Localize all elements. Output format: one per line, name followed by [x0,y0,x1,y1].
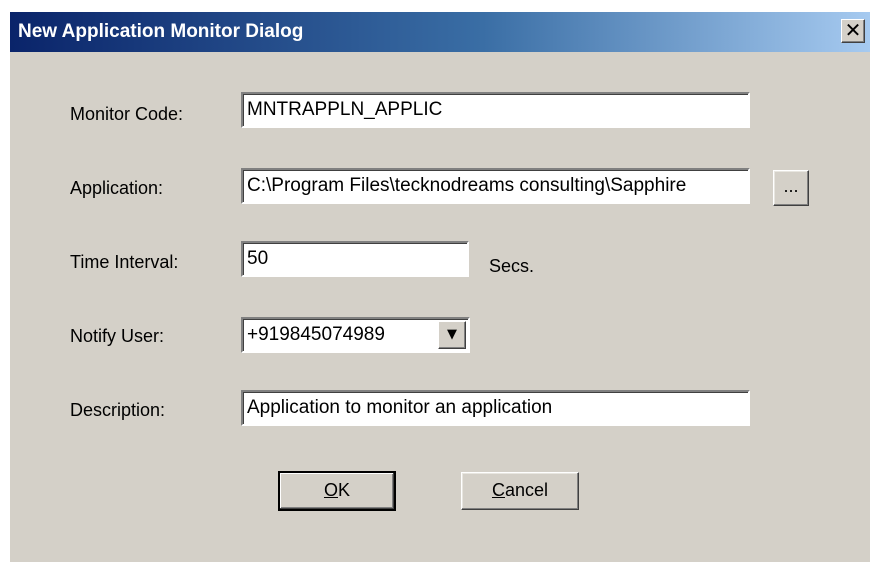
ok-button-label: OK [323,480,351,500]
monitor-code-label: Monitor Code: [70,104,184,124]
monitor-code-value: MNTRAPPLN_APPLIC [247,99,443,120]
application-value: C:\Program Files\tecknodreams consulting… [247,175,687,196]
ok-button[interactable]: OK [278,471,396,511]
description-value: Application to monitor an application [247,397,553,418]
browse-button-label: ... [783,176,799,196]
close-icon: ✕ [844,18,862,42]
cancel-button[interactable]: Cancel [461,472,579,510]
time-interval-label: Time Interval: [70,252,179,272]
notify-user-label: Notify User: [70,326,165,346]
dropdown-button[interactable]: ▼ [438,321,466,349]
new-application-monitor-dialog: New Application Monitor Dialog ✕ Monitor… [10,12,870,562]
browse-button[interactable]: ... [773,170,809,206]
notify-user-select[interactable]: +919845074989 ▼ [241,317,470,353]
window-title: New Application Monitor Dialog [18,21,304,42]
application-input[interactable]: C:\Program Files\tecknodreams consulting… [241,168,750,204]
chevron-down-icon: ▼ [447,327,457,342]
description-input[interactable]: Application to monitor an application [241,390,750,426]
title-bar[interactable]: New Application Monitor Dialog ✕ [10,12,870,52]
close-button[interactable]: ✕ [841,19,865,43]
notify-user-value: +919845074989 [247,324,385,345]
cancel-button-label: Cancel [491,480,549,500]
time-interval-unit: Secs. [489,256,535,276]
description-label: Description: [70,400,166,420]
monitor-code-input[interactable]: MNTRAPPLN_APPLIC [241,92,750,128]
time-interval-value: 50 [247,248,269,269]
application-label: Application: [70,178,164,198]
time-interval-input[interactable]: 50 [241,241,469,277]
